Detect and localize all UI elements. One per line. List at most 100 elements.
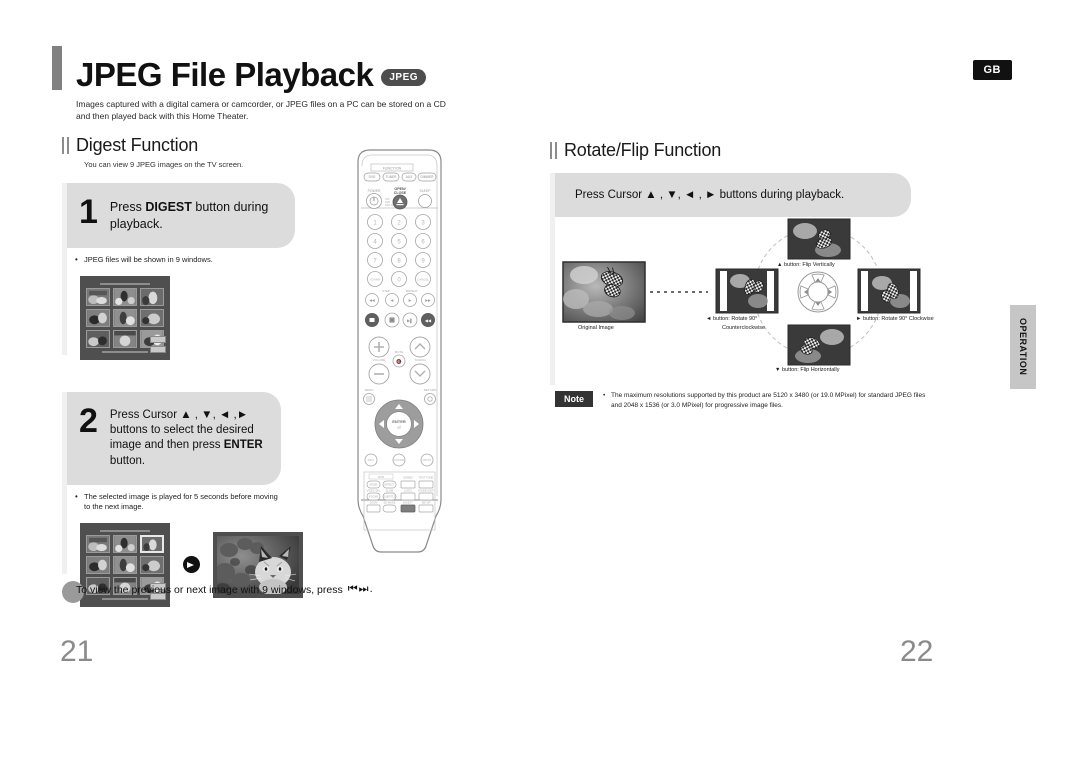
svg-text:P.MODE: P.MODE — [394, 458, 405, 462]
region-badge-gb: GB — [972, 60, 1012, 80]
digest-footnote: To view the previous or next image with … — [62, 580, 373, 603]
step-2-callout: 2 Press Cursor ▲ , ▼, ◄ ,► buttons to se… — [67, 391, 281, 485]
step-2-text-bold: ENTER — [223, 439, 263, 452]
page-number-left: 21 — [60, 635, 94, 668]
screen-side-button — [150, 335, 166, 343]
step-1-block: 1 Press DIGEST button during playback. J… — [62, 183, 352, 360]
rotate-cw-thumb — [857, 268, 921, 314]
step-1-callout: 1 Press DIGEST button during playback. — [67, 183, 295, 249]
svg-text:SLOW: SLOW — [386, 489, 394, 493]
jpeg-format-badge: JPEG — [381, 69, 427, 86]
page-header: JPEG File Playback JPEG Images captured w… — [52, 46, 446, 123]
thumbnail-cell-selected — [140, 534, 164, 553]
svg-text:DIGEST: DIGEST — [403, 501, 413, 505]
rotate-ccw-thumb — [715, 268, 779, 314]
page-title: JPEG File Playback — [76, 56, 374, 93]
step-1-bullet: JPEG files will be shown in 9 windows. — [75, 254, 352, 266]
svg-text:VIDEO SEL: VIDEO SEL — [367, 489, 381, 493]
title-accent-bar — [52, 46, 62, 90]
side-tab-label: OPERATION — [1018, 318, 1028, 376]
screen-side-button — [150, 345, 166, 353]
svg-text:SDAMP: SDAMP — [370, 278, 381, 282]
note-text: The maximum resolutions supported by thi… — [603, 391, 933, 412]
original-image-thumb — [562, 261, 646, 323]
section-subtitle-digest: You can view 9 JPEG images on the TV scr… — [84, 160, 244, 169]
svg-text:DVD: DVD — [369, 175, 376, 179]
rotate-flip-body: Press Cursor ▲ , ▼, ◄ , ► buttons during… — [550, 173, 950, 412]
digest-function-section: Digest Function You can view 9 JPEG imag… — [62, 135, 352, 607]
digest-function-heading: Digest Function — [62, 135, 352, 156]
svg-text:DIMMER: DIMMER — [421, 175, 435, 179]
screen-bottom-bar — [102, 350, 148, 353]
rotate-cw-label: ► button: Rotate 90° Clockwise — [856, 316, 934, 322]
footnote-text: To view the previous or next image with … — [76, 583, 343, 596]
svg-text:P.SCAN: P.SCAN — [369, 495, 378, 499]
svg-text:EFFECT: EFFECT — [384, 483, 395, 487]
step-2-rule — [62, 391, 67, 574]
step-2-block: 2 Press Cursor ▲ , ▼, ◄ ,► buttons to se… — [62, 391, 352, 607]
svg-text:SLEEP: SLEEP — [420, 189, 432, 193]
svg-text:RETURN: RETURN — [424, 388, 437, 392]
heading-mark-icon — [550, 142, 557, 159]
thumbnail-cell — [86, 308, 110, 327]
flip-horizontal-thumb — [787, 324, 851, 366]
flip-horizontal-label: ▼ button: Flip Horizontally — [775, 367, 840, 373]
flip-vertical-label: ▲ button: Flip Vertically — [777, 262, 835, 268]
screen-side-buttons — [150, 333, 166, 353]
svg-text:LOGIC: LOGIC — [404, 489, 412, 493]
thumbnail-cell — [140, 555, 164, 574]
rotate-flip-callout: Press Cursor ▲ , ▼, ◄ , ► buttons during… — [555, 173, 911, 217]
svg-text:MUTE: MUTE — [395, 350, 404, 354]
side-tab-operation: OPERATION — [1010, 305, 1036, 389]
step-2-number: 2 — [79, 401, 98, 440]
note-row: Note The maximum resolutions supported b… — [555, 391, 950, 412]
svg-text:SUBTITLE: SUBTITLE — [383, 495, 396, 499]
intro-paragraph: Images captured with a digital camera or… — [76, 99, 446, 122]
digest-button — [400, 504, 416, 513]
svg-text:MODE: MODE — [370, 483, 378, 487]
heading-mark-icon — [62, 137, 69, 154]
svg-text:TUNING: TUNING — [414, 358, 426, 362]
step-1-screenshot-row — [80, 275, 352, 360]
svg-text:INFO: INFO — [368, 458, 376, 462]
svg-text:SETUP: SETUP — [422, 501, 431, 505]
rotate-flip-section: Rotate/Flip Function Press Cursor ▲ , ▼,… — [550, 140, 950, 412]
svg-text:REPEAT: REPEAT — [406, 289, 418, 293]
title-row: JPEG File Playback JPEG — [52, 46, 446, 93]
skip-buttons-glyph: ⏮ ⏭ . — [347, 583, 373, 595]
flip-vertical-thumb — [787, 218, 851, 260]
svg-text:🔇: 🔇 — [396, 358, 402, 364]
svg-text:DIGI IN: DIGI IN — [385, 204, 393, 207]
thumbnail-cell — [86, 329, 110, 348]
digest-grid-screen — [80, 275, 170, 360]
svg-text:POWER: POWER — [368, 189, 381, 193]
note-chip: Note — [555, 391, 593, 407]
rotate-flip-heading: Rotate/Flip Function — [550, 140, 950, 161]
step-1-text: Press DIGEST button during playback. — [110, 197, 279, 232]
step-1-text-prefix: Press — [109, 200, 146, 214]
svg-text:VOLUME: VOLUME — [373, 358, 386, 362]
rotate-ccw-label-line2: Counterclockwise — [722, 325, 766, 331]
thumbnail-cell — [113, 329, 137, 348]
thumbnail-cell — [86, 287, 110, 306]
svg-text:FUNCTION: FUNCTION — [383, 167, 402, 171]
svg-text:SERIES: SERIES — [403, 476, 413, 480]
arrow-right-icon — [183, 556, 200, 574]
section-title-digest: Digest Function — [76, 135, 199, 155]
svg-text:MO/ST: MO/ST — [423, 458, 432, 462]
thumbnail-cell — [113, 287, 137, 306]
step-1-rule — [62, 183, 67, 355]
rotate-flip-diagram: Original Image ▲ button: Flip Vertically… — [560, 217, 960, 377]
svg-text:SOUND EDIT: SOUND EDIT — [418, 489, 434, 493]
svg-text:TEST TONE: TEST TONE — [419, 476, 434, 480]
page-number-right: 22 — [900, 635, 934, 668]
step-1-number: 1 — [79, 193, 98, 231]
remote-control-illustration: FUNCTION DVD TUNER AUX DIMMER POWER OPEN/ … — [352, 148, 447, 563]
svg-text:⏎: ⏎ — [397, 425, 401, 430]
svg-text:ENTER: ENTER — [392, 419, 406, 424]
thumbnail-cell — [113, 308, 137, 327]
section-title-rotate-flip: Rotate/Flip Function — [564, 140, 722, 160]
thumbnail-cell — [113, 555, 137, 574]
nav-pad-icon — [797, 271, 839, 313]
svg-text:CANCEL: CANCEL — [417, 278, 430, 282]
